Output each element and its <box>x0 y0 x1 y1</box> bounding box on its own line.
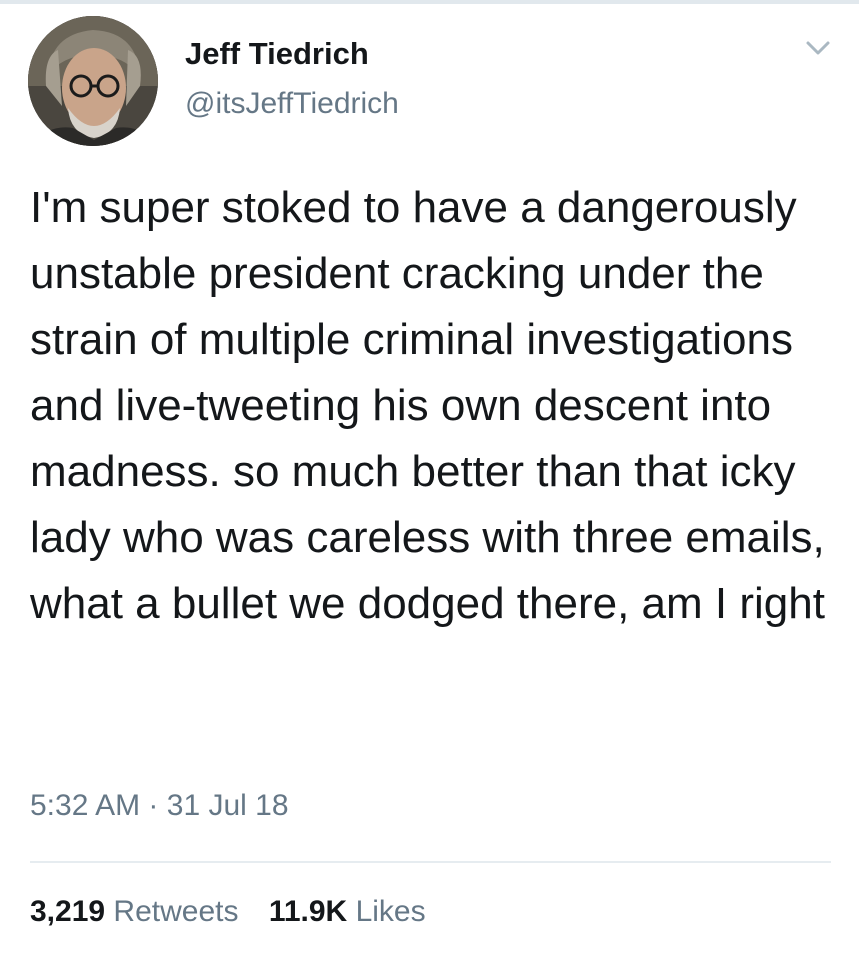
avatar[interactable] <box>28 16 158 146</box>
profile-photo-icon <box>28 16 158 146</box>
retweets-label: Retweets <box>113 895 239 928</box>
tweet-menu-button[interactable] <box>800 34 836 62</box>
author-handle[interactable]: @itsJeffTiedrich <box>185 87 399 121</box>
likes-stat[interactable]: 11.9K Likes <box>269 895 426 928</box>
timestamp-date: 31 Jul 18 <box>166 789 289 822</box>
chevron-down-icon <box>806 41 830 55</box>
tweet-timestamp[interactable]: 5:32 AM · 31 Jul 18 <box>30 789 289 823</box>
tweet-text: I'm super stoked to have a dangerously u… <box>30 183 825 628</box>
timestamp-time: 5:32 AM <box>30 789 141 822</box>
retweets-stat[interactable]: 3,219 Retweets <box>30 895 247 928</box>
tweet-card: Jeff Tiedrich @itsJeffTiedrich I'm super… <box>0 0 859 960</box>
author-display-name[interactable]: Jeff Tiedrich <box>185 36 369 72</box>
likes-count: 11.9K <box>268 895 348 928</box>
tweet-stats: 3,219 Retweets 11.9K Likes <box>30 895 448 929</box>
likes-label: Likes <box>355 895 426 928</box>
timestamp-separator: · <box>148 789 159 822</box>
retweets-count: 3,219 <box>30 895 106 928</box>
stats-divider <box>30 861 831 863</box>
